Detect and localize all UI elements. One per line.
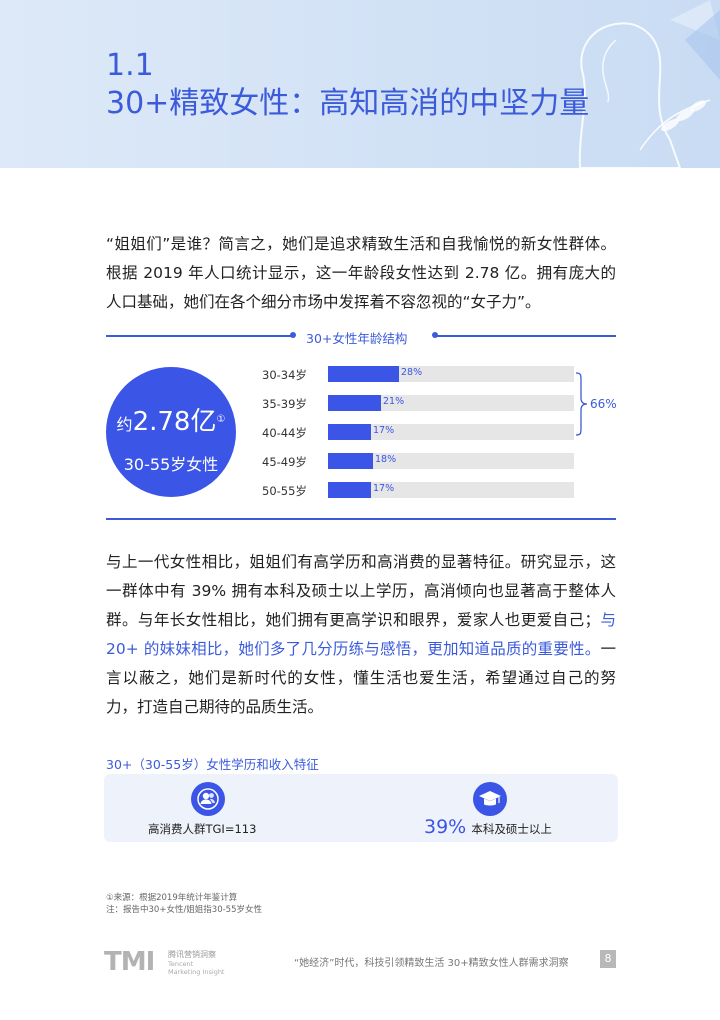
footnote-mark: ① bbox=[216, 414, 226, 425]
population-caption: 30-55岁女性 bbox=[123, 455, 219, 474]
age-group-label: 40-44岁 bbox=[262, 426, 307, 440]
bar-value-label: 28% bbox=[401, 367, 423, 378]
bar-value-label: 18% bbox=[375, 454, 397, 465]
bar-track: 28% bbox=[328, 366, 574, 382]
section-number: 1.1 bbox=[106, 48, 154, 83]
chart-divider-top-left bbox=[106, 335, 294, 337]
age-group-label: 45-49岁 bbox=[262, 455, 307, 469]
bar-fill bbox=[328, 424, 371, 440]
bar-fill bbox=[328, 482, 371, 498]
age-group-label: 30-34岁 bbox=[262, 368, 307, 382]
chart-divider-top-right bbox=[436, 335, 616, 337]
footnotes: ①来源：根据2019年统计年鉴计算 注：报告中30+女性/姐姐指30-55岁女性 bbox=[106, 892, 262, 916]
bar-value-label: 17% bbox=[373, 425, 395, 436]
age-group-label: 50-55岁 bbox=[262, 484, 307, 498]
logo-chinese-name: 腾讯营销洞察 bbox=[168, 950, 216, 959]
bar-track: 21% bbox=[328, 395, 574, 411]
tmi-logo: TMI 腾讯营销洞察 Tencent Marketing Insight bbox=[104, 947, 244, 977]
section-title: 30+精致女性：高知高消的中坚力量 bbox=[106, 86, 590, 121]
body-paragraph: 与上一代女性相比，姐姐们有高学历和高消费的显著特征。研究显示，这一群体中有 39… bbox=[106, 548, 616, 722]
graduation-cap-icon bbox=[473, 782, 507, 816]
group-total-label: 66% bbox=[590, 397, 617, 411]
bar-fill bbox=[328, 395, 381, 411]
intro-paragraph: “姐姐们”是谁？简言之，她们是追求精致生活和自我愉悦的新女性群体。根据 2019… bbox=[106, 235, 616, 311]
chart-divider-dot-left bbox=[290, 332, 296, 338]
education-percent: 39% bbox=[424, 816, 467, 838]
feature-box-title: 30+（30-55岁）女性学历和收入特征 bbox=[106, 757, 319, 772]
bar-value-label: 17% bbox=[373, 483, 395, 494]
logo-mark: TMI bbox=[104, 947, 155, 977]
education-stat: 39% 本科及硕士以上 bbox=[424, 816, 552, 838]
bar-value-label: 21% bbox=[383, 396, 405, 407]
bar-track: 17% bbox=[328, 482, 574, 498]
education-label: 本科及硕士以上 bbox=[471, 822, 552, 836]
logo-english-line1: Tencent bbox=[168, 960, 194, 968]
bar-track: 17% bbox=[328, 424, 574, 440]
chart-divider-bottom bbox=[106, 518, 616, 520]
population-circle: 约2.78亿① 30-55岁女性 bbox=[106, 367, 236, 497]
people-icon bbox=[191, 782, 225, 816]
bar-track: 18% bbox=[328, 453, 574, 469]
footnote-source: ①来源：根据2019年统计年鉴计算 bbox=[106, 893, 238, 903]
population-prefix: 约 bbox=[116, 415, 133, 434]
body-paragraph-part1: 与上一代女性相比，姐姐们有高学历和高消费的显著特征。研究显示，这一群体中有 39… bbox=[106, 553, 616, 629]
logo-english-line2: Marketing Insight bbox=[168, 968, 225, 976]
high-consumption-tgi: 高消费人群TGI=113 bbox=[148, 822, 257, 836]
age-group-label: 35-39岁 bbox=[262, 397, 307, 411]
bar-fill bbox=[328, 366, 399, 382]
chart-title: 30+女性年龄结构 bbox=[306, 331, 408, 346]
report-title: “她经济”时代，科技引领精致生活 30+精致女性人群需求洞察 bbox=[294, 958, 569, 969]
footnote-definition: 注：报告中30+女性/姐姐指30-55岁女性 bbox=[106, 905, 263, 915]
population-value: 2.78亿 bbox=[132, 407, 217, 437]
header-banner: 1.1 30+精致女性：高知高消的中坚力量 bbox=[0, 0, 720, 168]
bar-fill bbox=[328, 453, 373, 469]
population-total: 约2.78亿① bbox=[106, 401, 236, 438]
page-number: 8 bbox=[600, 950, 616, 968]
